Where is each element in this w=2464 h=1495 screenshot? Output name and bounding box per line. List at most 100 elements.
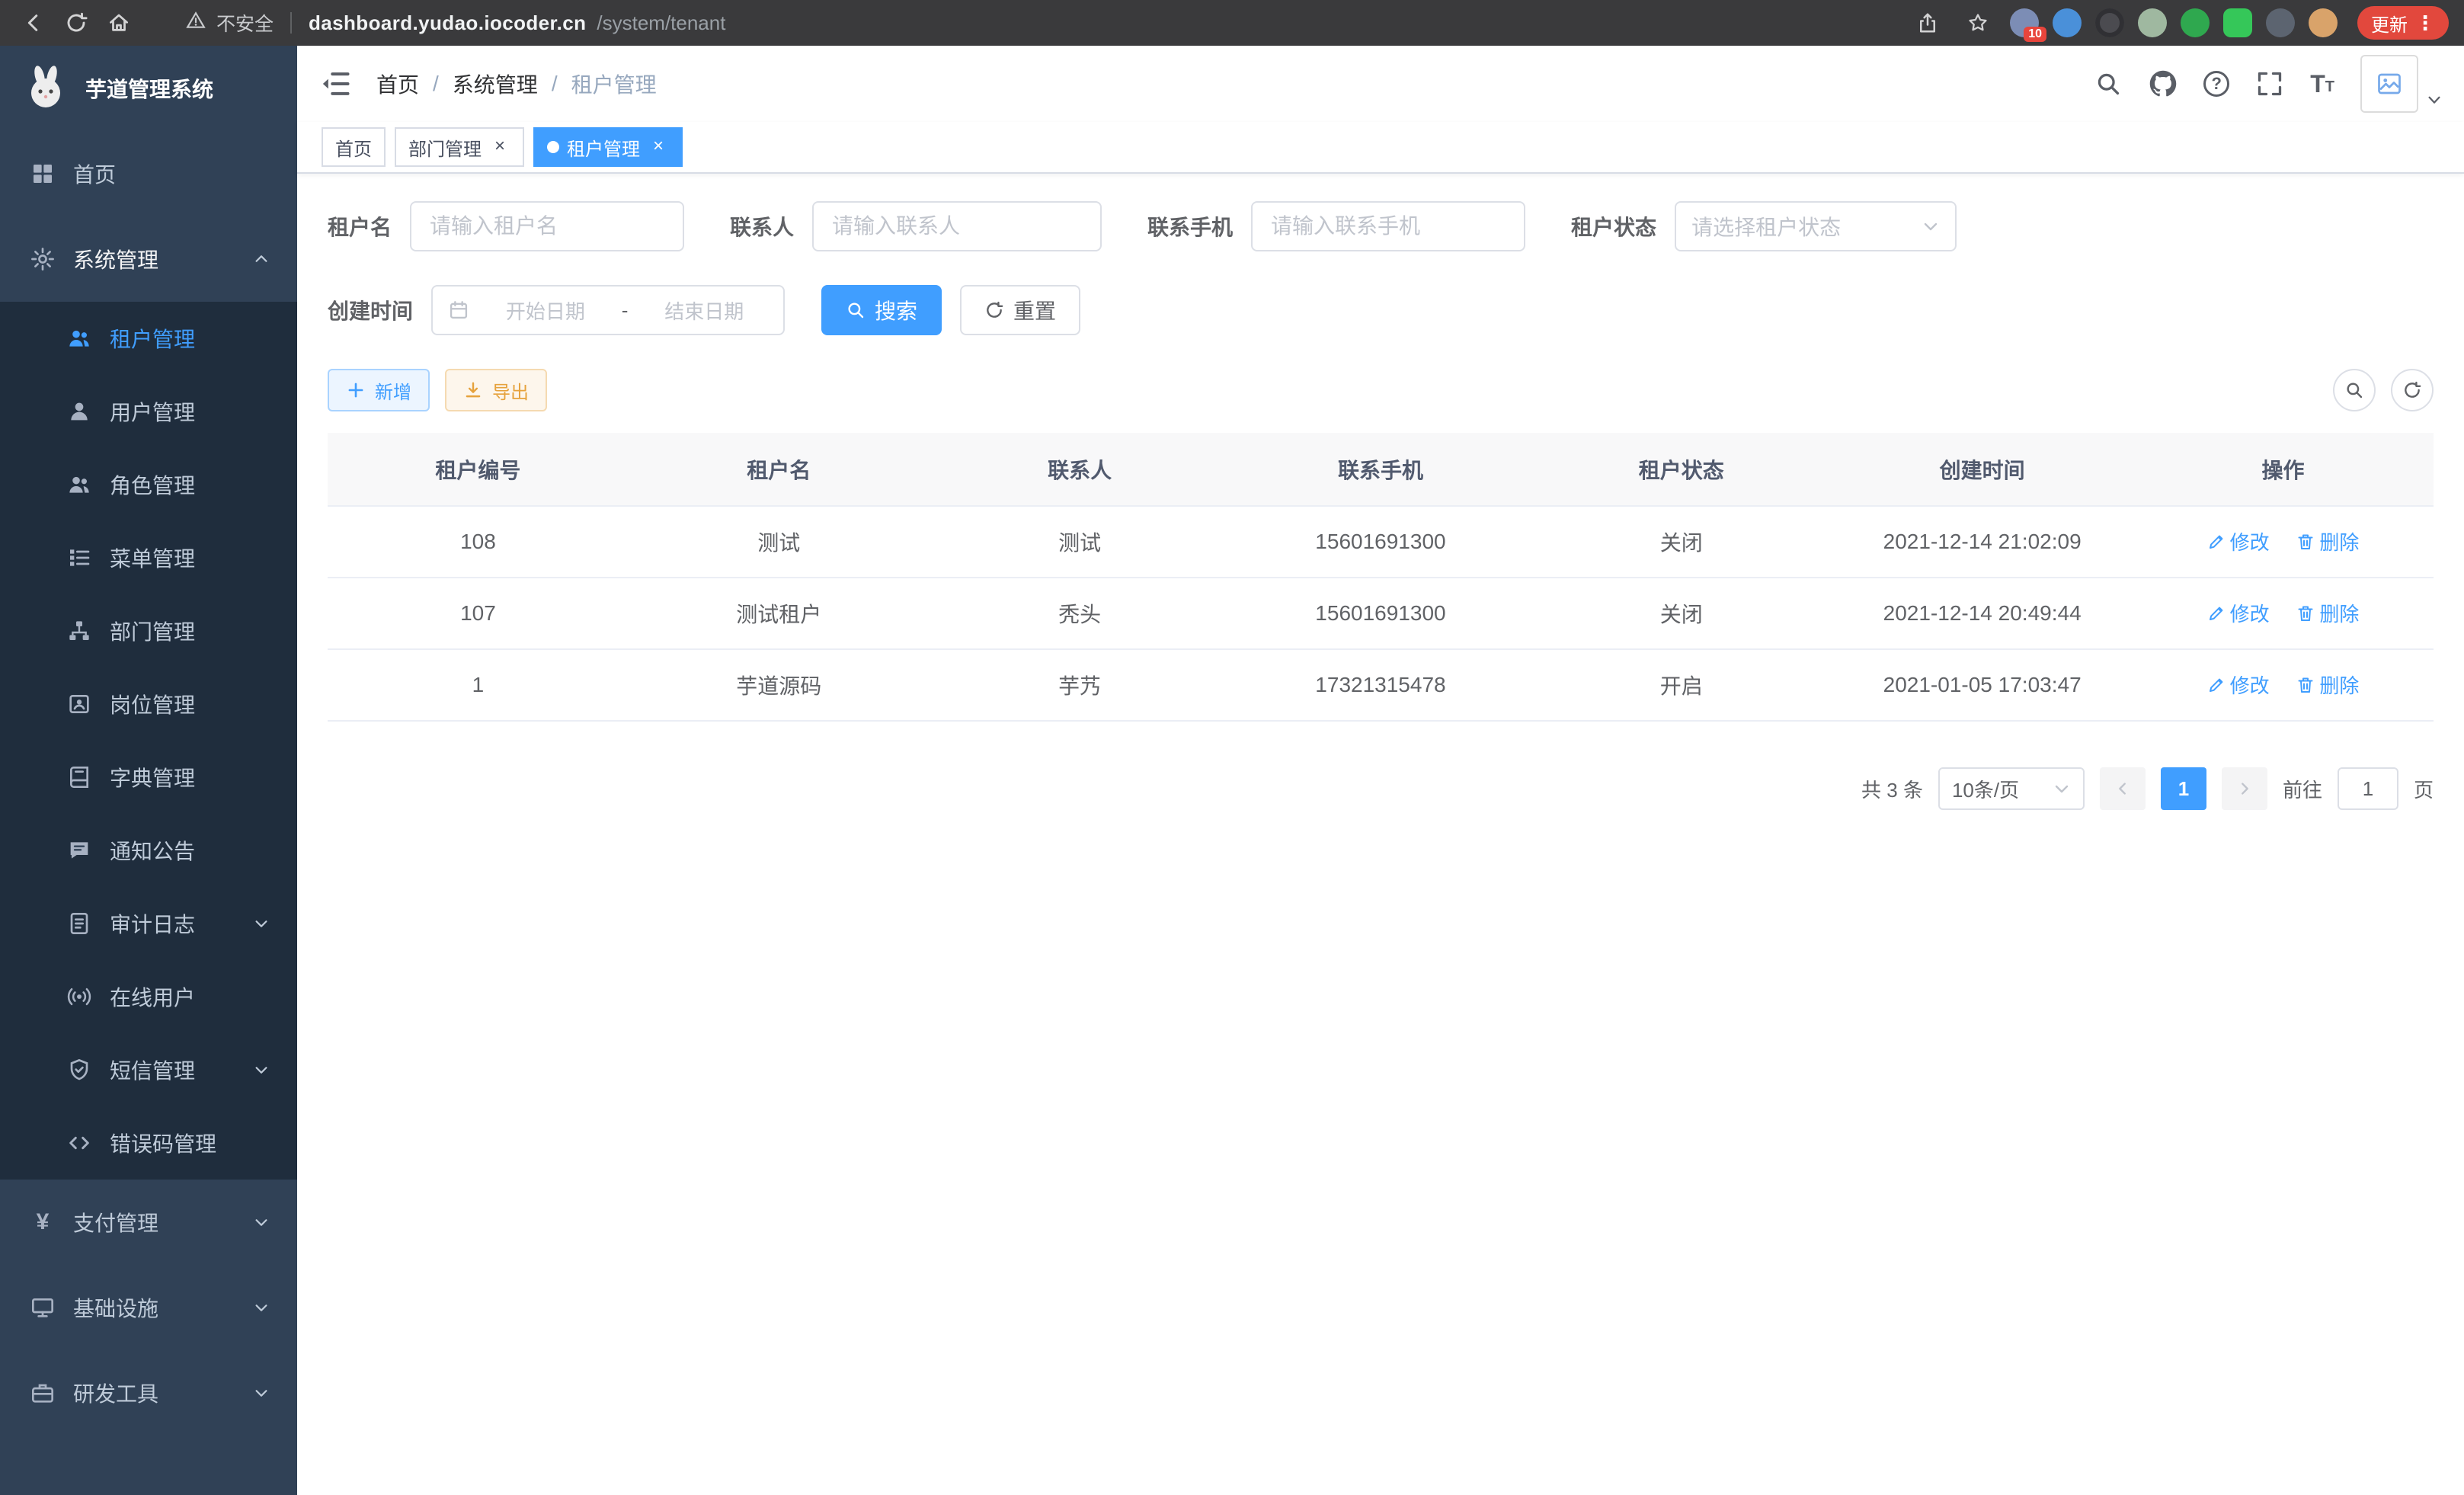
start-date-placeholder: 开始日期 [482, 296, 610, 325]
sidebar-item-user[interactable]: 用户管理 [0, 375, 297, 448]
sidebar-logo[interactable]: 芋道管理系统 [0, 46, 297, 131]
close-icon[interactable]: × [489, 136, 510, 158]
breadcrumb: 首页 / 系统管理 / 租户管理 [376, 69, 657, 99]
extension-icon-8[interactable] [2309, 8, 2338, 37]
header-search-button[interactable] [2094, 69, 2123, 98]
page-number-1[interactable]: 1 [2161, 767, 2206, 810]
contact-input[interactable] [812, 201, 1102, 251]
status-select[interactable]: 请选择租户状态 [1675, 201, 1957, 251]
tenant-users-icon [67, 326, 91, 351]
goto-page-input[interactable] [2338, 767, 2398, 810]
page-size-select[interactable]: 10条/页 [1938, 767, 2085, 810]
fullscreen-button[interactable] [2255, 69, 2284, 98]
browser-home-button[interactable] [101, 5, 137, 41]
edit-button[interactable]: 修改 [2207, 671, 2270, 699]
tag-tenant[interactable]: 租户管理 × [533, 127, 683, 167]
chevron-down-icon [1922, 217, 1940, 235]
extension-icon-6[interactable] [2223, 8, 2252, 37]
notice-chat-icon [67, 838, 91, 863]
font-size-button[interactable]: TT [2310, 72, 2334, 95]
tag-dept[interactable]: 部门管理 × [395, 127, 524, 167]
add-button[interactable]: 新增 [328, 369, 430, 411]
mobile-input[interactable] [1251, 201, 1525, 251]
delete-button[interactable]: 删除 [2296, 527, 2359, 555]
main-panel: 首页 / 系统管理 / 租户管理 ? TT [297, 46, 2464, 1495]
status-value: 关闭 [1531, 578, 1832, 649]
caret-down-icon [2426, 91, 2443, 108]
sidebar-item-tenant[interactable]: 租户管理 [0, 302, 297, 375]
sidebar-item-home[interactable]: 首页 [0, 131, 297, 216]
date-range-picker[interactable]: 开始日期 - 结束日期 [431, 285, 785, 335]
infra-monitor-icon [30, 1295, 55, 1320]
extension-icon-2[interactable] [2053, 8, 2082, 37]
reload-icon [65, 11, 88, 34]
extension-icon-1[interactable]: 10 [2010, 8, 2039, 37]
sidebar-item-post[interactable]: 岗位管理 [0, 667, 297, 741]
navbar-right: ? TT [2094, 55, 2443, 113]
role-icon [67, 472, 91, 497]
show-search-toggle-button[interactable] [2333, 369, 2376, 411]
chevron-down-icon [253, 1061, 270, 1078]
bookmark-button[interactable] [1960, 5, 1996, 41]
export-button[interactable]: 导出 [445, 369, 547, 411]
share-button[interactable] [1909, 5, 1946, 41]
table-row: 107 测试租户 秃头 15601691300 关闭 2021-12-14 20… [328, 578, 2434, 649]
search-icon [2094, 70, 2122, 98]
logo-rabbit-icon [21, 64, 70, 113]
sidebar-item-dept[interactable]: 部门管理 [0, 594, 297, 667]
reset-icon [984, 300, 1004, 320]
dict-book-icon [67, 765, 91, 789]
extension-icon-7[interactable] [2266, 8, 2295, 37]
user-avatar-menu[interactable] [2360, 55, 2443, 113]
delete-button[interactable]: 删除 [2296, 671, 2359, 699]
browser-back-button[interactable] [15, 5, 52, 41]
sidebar-collapse-button[interactable] [318, 67, 352, 101]
tenant-name-input[interactable] [410, 201, 684, 251]
extension-icon-3[interactable] [2095, 8, 2124, 37]
sidebar-group-infra[interactable]: 基础设施 [0, 1265, 297, 1350]
chevron-up-icon [253, 251, 270, 267]
delete-button[interactable]: 删除 [2296, 599, 2359, 627]
page-suffix: 页 [2414, 775, 2434, 803]
extension-icon-4[interactable] [2138, 8, 2167, 37]
help-button[interactable]: ? [2203, 71, 2229, 97]
next-page-button[interactable] [2222, 767, 2267, 810]
app: 芋道管理系统 首页 系统管理 租户管理 用户管理 [0, 46, 2464, 1495]
range-separator: - [622, 299, 629, 322]
close-icon[interactable]: × [648, 136, 669, 158]
breadcrumb-system: 系统管理 [453, 69, 538, 99]
sidebar-group-audit-log[interactable]: 审计日志 [0, 887, 297, 960]
navbar: 首页 / 系统管理 / 租户管理 ? TT [297, 46, 2464, 122]
col-actions: 操作 [2133, 433, 2434, 506]
sidebar-group-sms[interactable]: 短信管理 [0, 1033, 297, 1106]
sidebar-item-notice[interactable]: 通知公告 [0, 814, 297, 887]
plus-icon [346, 380, 366, 400]
sidebar-group-system[interactable]: 系统管理 [0, 216, 297, 302]
prev-page-button[interactable] [2100, 767, 2146, 810]
sidebar-item-error-code[interactable]: 错误码管理 [0, 1106, 297, 1180]
sidebar-item-dict[interactable]: 字典管理 [0, 741, 297, 814]
search-button[interactable]: 搜索 [821, 285, 942, 335]
tag-home[interactable]: 首页 [322, 127, 386, 167]
address-bar[interactable]: 不安全 dashboard.yudao.iocoder.cn/system/te… [143, 9, 1903, 37]
breadcrumb-home[interactable]: 首页 [376, 69, 419, 99]
browser-update-button[interactable]: 更新 ⋮ [2357, 6, 2449, 40]
sidebar-group-devtool[interactable]: 研发工具 [0, 1350, 297, 1436]
browser-refresh-button[interactable] [58, 5, 94, 41]
edit-icon [2207, 676, 2226, 694]
sidebar-group-pay[interactable]: ¥ 支付管理 [0, 1180, 297, 1265]
chevron-down-icon [253, 915, 270, 932]
refresh-table-button[interactable] [2391, 369, 2434, 411]
screen: 不安全 dashboard.yudao.iocoder.cn/system/te… [0, 0, 2464, 1495]
sidebar-item-online-user[interactable]: 在线用户 [0, 960, 297, 1033]
reset-button[interactable]: 重置 [960, 285, 1080, 335]
extension-icon-5[interactable] [2181, 8, 2210, 37]
fullscreen-icon [2256, 70, 2283, 98]
sidebar-item-role[interactable]: 角色管理 [0, 448, 297, 521]
chevron-down-icon [253, 1385, 270, 1401]
edit-button[interactable]: 修改 [2207, 527, 2270, 555]
create-time-label: 创建时间 [328, 295, 413, 325]
sidebar-item-menu[interactable]: 菜单管理 [0, 521, 297, 594]
github-link[interactable] [2149, 69, 2178, 98]
edit-button[interactable]: 修改 [2207, 599, 2270, 627]
